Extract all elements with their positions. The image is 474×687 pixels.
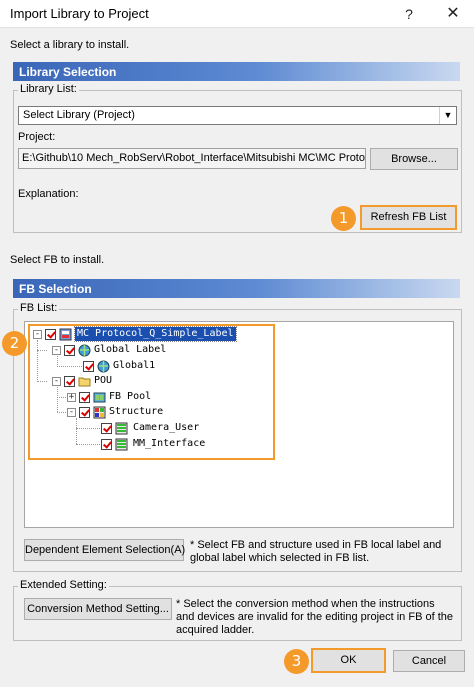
- tree-node-label: MC Protocol_Q_Simple_Label: [74, 326, 237, 342]
- tree-node-global1[interactable]: Global1: [83, 359, 233, 374]
- conversion-method-setting-button[interactable]: Conversion Method Setting...: [24, 598, 172, 620]
- structure-icon: [115, 422, 128, 435]
- collapse-icon[interactable]: -: [52, 377, 61, 386]
- global-label-icon: [97, 360, 110, 373]
- browse-button[interactable]: Browse...: [370, 148, 458, 170]
- checkbox-checked[interactable]: [101, 423, 112, 434]
- library-combo[interactable]: Select Library (Project) ▼: [18, 106, 457, 125]
- conversion-note: * Select the conversion method when the …: [176, 598, 453, 636]
- tree-node-mm-interface[interactable]: MM_Interface: [101, 437, 251, 452]
- tree-node-label: Global1: [113, 360, 156, 371]
- checkbox-checked[interactable]: [101, 439, 112, 450]
- select-fb-prompt: Select FB to install.: [10, 254, 105, 266]
- tree-node-structure[interactable]: - Structure: [67, 405, 217, 420]
- tree-node-fb-pool[interactable]: + FB Pool: [67, 390, 217, 405]
- folder-icon: [78, 375, 91, 388]
- checkbox-checked[interactable]: [64, 345, 75, 356]
- global-label-icon: [78, 344, 91, 357]
- fb-list-label: FB List:: [18, 302, 60, 314]
- tree-node-label: FB Pool: [109, 391, 152, 402]
- tree-node-label: Camera_User: [133, 422, 200, 433]
- library-list-label: Library List:: [18, 83, 79, 95]
- checkbox-checked[interactable]: [79, 392, 90, 403]
- ok-button[interactable]: OK: [311, 648, 386, 673]
- collapse-icon[interactable]: -: [67, 408, 76, 417]
- refresh-fb-list-button[interactable]: Refresh FB List: [360, 205, 457, 230]
- project-path-field[interactable]: E:\Github\10 Mech_RobServ\Robot_Interfac…: [18, 148, 366, 169]
- step-badge-1: 1: [331, 206, 356, 231]
- structure-icon: [115, 438, 128, 451]
- checkbox-checked[interactable]: [79, 407, 90, 418]
- fb-pool-icon: [93, 391, 106, 404]
- fb-selection-header: FB Selection: [13, 279, 460, 298]
- tree-node-label: MM_Interface: [133, 438, 206, 449]
- dependent-element-selection-button[interactable]: Dependent Element Selection(A): [24, 539, 185, 561]
- library-selection-header: Library Selection: [13, 62, 460, 81]
- tree-node-pou[interactable]: - POU: [52, 374, 202, 389]
- step-badge-3: 3: [284, 649, 309, 674]
- collapse-icon[interactable]: -: [52, 346, 61, 355]
- tree-node-global-label[interactable]: - Global Label: [52, 343, 252, 358]
- checkbox-checked[interactable]: [45, 329, 56, 340]
- tree-node-label: Global Label: [94, 344, 167, 355]
- window-title: Import Library to Project: [10, 6, 149, 21]
- dependent-note: * Select FB and structure used in FB loc…: [190, 539, 442, 564]
- checkbox-checked[interactable]: [64, 376, 75, 387]
- project-icon: [59, 328, 72, 341]
- project-label: Project:: [18, 131, 56, 143]
- expand-icon[interactable]: +: [67, 393, 76, 402]
- extended-setting-label: Extended Setting:: [18, 579, 109, 591]
- tree-node-label: POU: [94, 375, 113, 386]
- checkbox-checked[interactable]: [83, 361, 94, 372]
- structure-icon: [93, 406, 106, 419]
- step-badge-2: 2: [2, 331, 27, 356]
- chevron-down-icon: ▼: [439, 107, 456, 124]
- library-combo-value: Select Library (Project): [23, 109, 135, 121]
- tree-node-camera-user[interactable]: Camera_User: [101, 421, 251, 436]
- select-library-prompt: Select a library to install.: [10, 39, 130, 51]
- collapse-icon[interactable]: -: [33, 330, 42, 339]
- help-button[interactable]: ?: [394, 3, 424, 25]
- cancel-button[interactable]: Cancel: [393, 650, 465, 672]
- tree-node-root[interactable]: - MC Protocol_Q_Simple_Label: [33, 326, 263, 342]
- explanation-label: Explanation:: [18, 188, 79, 200]
- close-button[interactable]: ✕: [438, 3, 468, 25]
- tree-node-label: Structure: [109, 406, 164, 417]
